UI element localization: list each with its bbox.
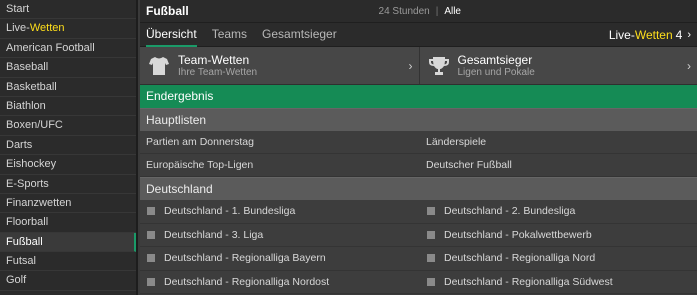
page-title: Fußball	[146, 4, 189, 18]
sidebar-item-label: Eishockey	[6, 158, 57, 171]
league-label: Deutschland - Regionalliga Südwest	[444, 275, 613, 288]
team-wetten-card[interactable]: Team-Wetten Ihre Team-Wetten ›	[140, 47, 419, 84]
league-item[interactable]: Deutschland - Regionalliga Nordost	[140, 271, 420, 294]
league-item[interactable]: Deutschland - 3. Liga	[140, 224, 420, 247]
live-count-badge: 4	[675, 27, 683, 42]
league-label: Deutschland - Pokalwettbewerb	[444, 228, 592, 241]
gesamtsieger-card[interactable]: Gesamtsieger Ligen und Pokale ›	[418, 47, 697, 84]
tab-teams[interactable]: Teams	[212, 23, 247, 47]
league-label: Deutschland - Regionalliga Nord	[444, 252, 596, 265]
league-item[interactable]: Deutschland - Pokalwettbewerb	[420, 224, 697, 247]
chevron-right-icon: ›	[687, 59, 691, 73]
sidebar-item-finanzwetten[interactable]: Finanzwetten	[0, 194, 136, 214]
sidebar-item-label: Floorball	[6, 216, 49, 229]
sidebar-item-label: Finanzwetten	[6, 196, 72, 209]
page-header: Fußball 24 Stunden | Alle	[140, 0, 697, 23]
live-wetten-prefix: Live-	[608, 27, 635, 42]
sidebar-item-label: Baseball	[6, 61, 49, 74]
square-icon	[147, 230, 155, 239]
league-label: Deutschland - Regionalliga Bayern	[164, 252, 326, 265]
sport-sidebar: Start Live-Wetten American Football Base…	[0, 0, 138, 295]
tabs-bar: Übersicht Teams Gesamtsieger Live-Wetten…	[140, 23, 697, 47]
league-item[interactable]: Deutschland - Regionalliga Nord	[420, 247, 697, 271]
league-label: Deutschland - 3. Liga	[164, 228, 264, 241]
sidebar-item-darts[interactable]: Darts	[0, 136, 136, 156]
feature-subtitle: Ligen und Pokale	[457, 66, 535, 78]
feature-subtitle: Ihre Team-Wetten	[178, 66, 258, 78]
square-icon	[427, 277, 435, 286]
live-wetten-highlight: Wetten	[634, 27, 673, 42]
sidebar-item-baseball[interactable]: Baseball	[0, 58, 136, 78]
feature-title: Gesamtsieger	[457, 52, 533, 67]
time-filter-separator: |	[435, 5, 439, 17]
time-filter-24h[interactable]: 24 Stunden	[379, 6, 430, 17]
league-item[interactable]: Deutschland - Regionalliga Südwest	[420, 271, 697, 294]
square-icon	[427, 254, 435, 263]
feature-row: Team-Wetten Ihre Team-Wetten › Gesamtsie…	[140, 47, 697, 85]
sidebar-item-label: Biathlon	[6, 99, 46, 112]
sidebar-item-label: Basketball	[6, 80, 57, 93]
jersey-icon	[149, 56, 169, 75]
time-filter: 24 Stunden | Alle	[379, 6, 461, 17]
deutschland-leagues-grid: Deutschland - 1. Bundesliga Deutschland …	[140, 200, 697, 294]
square-icon	[427, 230, 435, 239]
sidebar-item-american-football[interactable]: American Football	[0, 39, 136, 59]
feature-title: Team-Wetten	[178, 52, 250, 67]
sidebar-item-golf[interactable]: Golf	[0, 271, 136, 291]
sidebar-item-boxen-ufc[interactable]: Boxen/UFC	[0, 116, 136, 136]
sidebar-item-basketball[interactable]: Basketball	[0, 78, 136, 97]
main-content: Fußball 24 Stunden | Alle Übersicht Team…	[140, 0, 697, 295]
sidebar-item-fussball[interactable]: Fußball	[0, 232, 136, 253]
square-icon	[427, 207, 435, 216]
list-link[interactable]: Europäische Top-Ligen	[140, 154, 420, 177]
app-root: Start Live-Wetten American Football Base…	[0, 0, 697, 295]
sidebar-item-label: Golf	[6, 274, 27, 287]
section-header-deutschland[interactable]: Deutschland	[140, 177, 697, 200]
league-label: Deutschland - 1. Bundesliga	[164, 205, 296, 218]
sidebar-item-label: Fußball	[6, 235, 43, 248]
sidebar-item-label-highlight: Wetten	[29, 22, 65, 35]
square-icon	[147, 277, 155, 286]
sidebar-item-floorball[interactable]: Floorball	[0, 213, 136, 233]
sidebar-item-start[interactable]: Start	[0, 0, 136, 20]
sidebar-item-futsal[interactable]: Futsal	[0, 252, 136, 272]
tab-gesamtsieger[interactable]: Gesamtsieger	[262, 23, 337, 47]
chevron-right-icon: ›	[687, 28, 691, 41]
square-icon	[147, 254, 155, 263]
sidebar-item-label: Futsal	[6, 255, 36, 268]
sidebar-item-label: Live-	[6, 22, 30, 35]
endergebnis-header[interactable]: Endergebnis	[140, 85, 697, 108]
sidebar-item-eishockey[interactable]: Eishockey	[0, 155, 136, 175]
league-item[interactable]: Deutschland - 2. Bundesliga	[420, 200, 697, 224]
league-label: Deutschland - Regionalliga Nordost	[164, 275, 330, 288]
trophy-icon	[428, 56, 449, 75]
sidebar-item-biathlon[interactable]: Biathlon	[0, 97, 136, 117]
sidebar-item-label: Start	[6, 3, 30, 15]
league-item[interactable]: Deutschland - Regionalliga Bayern	[140, 247, 420, 271]
sidebar-item-label: E-Sports	[6, 177, 49, 190]
league-label: Deutschland - 2. Bundesliga	[444, 205, 576, 218]
hauptlisten-grid: Partien am Donnerstag Länderspiele Europ…	[140, 131, 697, 177]
sidebar-item-label: Boxen/UFC	[6, 119, 63, 132]
tab-uebersicht[interactable]: Übersicht	[146, 23, 197, 47]
sidebar-item-e-sports[interactable]: E-Sports	[0, 175, 136, 194]
league-item[interactable]: Deutschland - 1. Bundesliga	[140, 200, 420, 224]
sidebar-item-label: American Football	[6, 41, 95, 54]
live-wetten-link[interactable]: Live-Wetten 4 ›	[609, 28, 691, 42]
chevron-right-icon: ›	[408, 59, 413, 73]
sidebar-item-live-wetten[interactable]: Live-Wetten	[0, 19, 136, 39]
sidebar-item-label: Darts	[6, 138, 33, 151]
time-filter-all[interactable]: Alle	[444, 6, 461, 17]
section-header-hauptlisten[interactable]: Hauptlisten	[140, 108, 697, 131]
list-link[interactable]: Länderspiele	[420, 131, 697, 154]
list-link[interactable]: Deutscher Fußball	[420, 154, 697, 177]
square-icon	[147, 207, 155, 216]
list-link[interactable]: Partien am Donnerstag	[140, 131, 420, 154]
